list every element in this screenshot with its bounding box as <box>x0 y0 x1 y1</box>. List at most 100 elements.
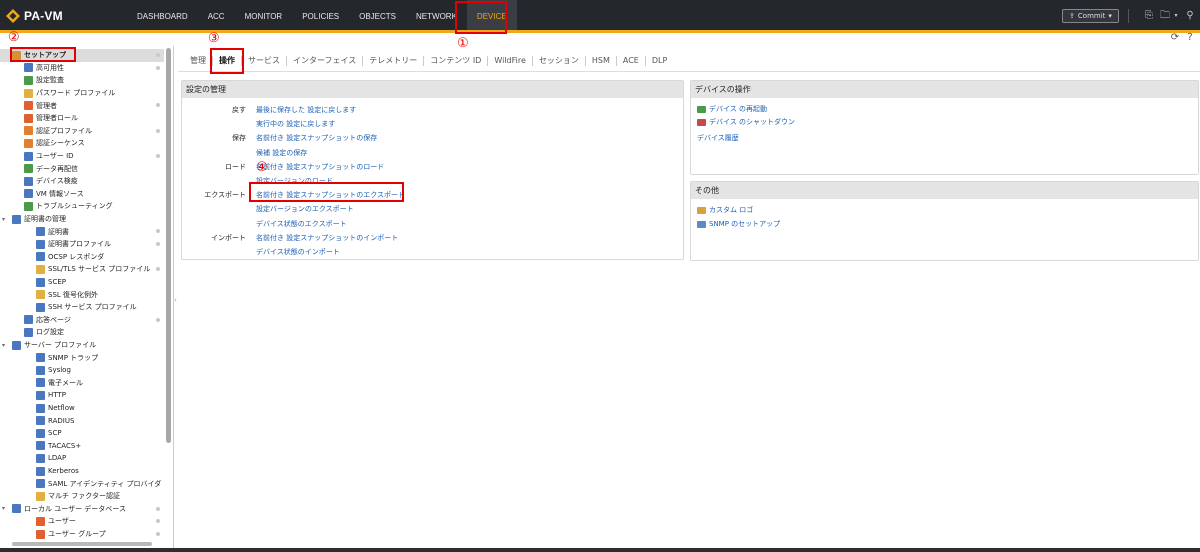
tab-management[interactable]: 管理 <box>184 56 213 66</box>
sidebar-item[interactable]: ログ設定 <box>0 326 164 339</box>
tab-content-id[interactable]: コンテンツ ID <box>424 56 489 66</box>
status-dot-icon <box>156 506 160 511</box>
sidebar-item[interactable]: VM 情報ソース <box>0 188 164 201</box>
sidebar-item[interactable]: マルチ ファクター認証 <box>0 490 164 503</box>
sidebar-item[interactable]: 管理者 <box>0 99 164 112</box>
lock-config-icon[interactable]: ⎘ <box>1143 10 1155 22</box>
sidebar-item[interactable]: 証明書プロファイル <box>0 238 164 251</box>
sidebar-item[interactable]: OCSP レスポンダ <box>0 251 164 264</box>
nav-dashboard[interactable]: DASHBOARD <box>127 0 198 33</box>
sidebar-item[interactable]: SSH サービス プロファイル <box>0 301 164 314</box>
config-action-link[interactable]: デバイス状態のインポート <box>256 246 340 258</box>
tab-ace[interactable]: ACE <box>617 56 646 66</box>
sidebar-item[interactable]: Kerberos <box>0 465 164 478</box>
tab-telemetry[interactable]: テレメトリー <box>363 56 425 66</box>
chevron-down-icon[interactable]: ▾ <box>2 216 9 223</box>
sidebar-item[interactable]: RADIUS <box>0 414 164 427</box>
sidebar-item[interactable]: パスワード プロファイル <box>0 87 164 100</box>
sidebar-item[interactable]: TACACS+ <box>0 440 164 453</box>
sidebar-item[interactable]: ユーザー ID <box>0 150 164 163</box>
config-action-link[interactable]: 設定バージョンのエクスポート <box>256 203 354 215</box>
refresh-icon[interactable]: ⟳ <box>1169 32 1181 44</box>
custom-logo-link[interactable]: カスタム ロゴ <box>697 204 753 216</box>
tab-services[interactable]: サービス <box>242 56 287 66</box>
sidebar-item[interactable]: 電子メール <box>0 377 164 390</box>
status-dot-icon <box>156 317 160 322</box>
sidebar-item[interactable]: 認証プロファイル <box>0 125 164 138</box>
sidebar-item[interactable]: 認証シーケンス <box>0 137 164 150</box>
toolbar-divider <box>1128 9 1129 23</box>
sidebar-item-label: 高可用性 <box>36 63 64 72</box>
config-action-link[interactable]: 名前付き 設定スナップショットのエクスポート <box>256 189 405 201</box>
config-action-link[interactable]: 実行中の 設定に戻します <box>256 118 335 130</box>
nav-objects[interactable]: OBJECTS <box>349 0 406 33</box>
nav-device[interactable]: DEVICE <box>466 0 517 33</box>
collapse-handle-icon[interactable]: ‹ <box>174 296 177 304</box>
sidebar-item[interactable]: ▾ ローカル ユーザー データベース <box>0 503 164 516</box>
sidebar-scrollbar[interactable] <box>166 48 171 443</box>
sidebar-item[interactable]: トラブルシューティング <box>0 200 164 213</box>
nav-policies[interactable]: POLICIES <box>292 0 349 33</box>
chevron-down-icon[interactable]: ▾ <box>1170 10 1182 22</box>
config-action-link[interactable]: 最後に保存した 設定に戻します <box>256 104 356 116</box>
tab-hsm[interactable]: HSM <box>586 56 617 66</box>
tree-node-icon <box>36 466 45 476</box>
sidebar-item[interactable]: ユーザー <box>0 515 164 528</box>
nav-network[interactable]: NETWORK <box>406 0 467 33</box>
config-action-link[interactable]: 候補 設定の保存 <box>256 147 307 159</box>
commit-button[interactable]: ⇪ Commit ▾ <box>1062 9 1119 23</box>
sidebar-item[interactable]: Netflow <box>0 402 164 415</box>
sidebar-item[interactable]: セットアップ <box>0 49 164 62</box>
snmp-setup-link[interactable]: SNMP のセットアップ <box>697 218 780 230</box>
logo[interactable]: PA-VM <box>6 8 63 24</box>
sidebar-item[interactable]: SCEP <box>0 276 164 289</box>
tree-node-icon <box>12 50 21 60</box>
config-action-link[interactable]: デバイス状態のエクスポート <box>256 218 347 230</box>
sidebar-item[interactable]: 高可用性 <box>0 62 164 75</box>
chevron-down-icon[interactable]: ▾ <box>2 505 9 512</box>
tab-wildfire[interactable]: WildFire <box>488 56 533 66</box>
sidebar-item[interactable]: HTTP <box>0 389 164 402</box>
sidebar-item[interactable]: 管理者ロール <box>0 112 164 125</box>
sidebar-item[interactable]: SSL 復号化例外 <box>0 288 164 301</box>
sidebar-item[interactable]: 証明書 <box>0 225 164 238</box>
device-history-link[interactable]: デバイス履歴 <box>697 132 739 144</box>
tree-node-icon <box>24 327 33 337</box>
tab-interfaces[interactable]: インターフェイス <box>287 56 364 66</box>
reboot-device-link[interactable]: デバイス の再起動 <box>697 103 767 115</box>
sidebar-item[interactable]: ▾ サーバー プロファイル <box>0 339 164 352</box>
config-action-link[interactable]: 名前付き 設定スナップショットの保存 <box>256 132 377 144</box>
tree-node-icon <box>24 315 33 325</box>
tab-dlp[interactable]: DLP <box>646 56 673 66</box>
sidebar-item-label: ユーザー <box>48 517 76 526</box>
sidebar-item-label: 電子メール <box>48 378 83 387</box>
nav-monitor[interactable]: MONITOR <box>235 0 293 33</box>
sidebar-item[interactable]: SCP <box>0 427 164 440</box>
sidebar-item[interactable]: ユーザー グループ <box>0 528 164 541</box>
tab-session[interactable]: セッション <box>533 56 586 66</box>
search-icon[interactable]: ⚲ <box>1184 10 1196 22</box>
sidebar-item[interactable]: Syslog <box>0 364 164 377</box>
sidebar-horizontal-scrollbar[interactable] <box>12 542 152 546</box>
sidebar-item[interactable]: SSL/TLS サービス プロファイル <box>0 263 164 276</box>
config-action-link[interactable]: 名前付き 設定スナップショットのインポート <box>256 232 398 244</box>
help-icon[interactable]: ? <box>1184 32 1196 44</box>
sidebar-item[interactable]: 設定監査 <box>0 74 164 87</box>
sidebar-item-label: Syslog <box>48 366 71 375</box>
sidebar-item[interactable]: データ再配信 <box>0 162 164 175</box>
tree-node-icon <box>36 239 45 249</box>
config-action-link[interactable]: 設定バージョンのロード <box>256 175 333 187</box>
sidebar-item[interactable]: ▾ 証明書の管理 <box>0 213 164 226</box>
sidebar-item-label: 認証シーケンス <box>36 139 85 148</box>
tree-node-icon <box>24 151 33 161</box>
sidebar-item[interactable]: SAML アイデンティティ プロバイダ <box>0 477 164 490</box>
sidebar-item[interactable]: 応答ページ <box>0 314 164 327</box>
sidebar-item[interactable]: LDAP <box>0 452 164 465</box>
sidebar-item[interactable]: デバイス検疫 <box>0 175 164 188</box>
sidebar-item[interactable]: SNMP トラップ <box>0 351 164 364</box>
chevron-down-icon[interactable]: ▾ <box>2 342 9 349</box>
nav-acc[interactable]: ACC <box>198 0 235 33</box>
config-action-link[interactable]: 名前付き 設定スナップショットのロード <box>256 161 384 173</box>
tab-operations[interactable]: 操作 <box>213 56 242 66</box>
shutdown-device-link[interactable]: デバイス のシャットダウン <box>697 116 795 128</box>
